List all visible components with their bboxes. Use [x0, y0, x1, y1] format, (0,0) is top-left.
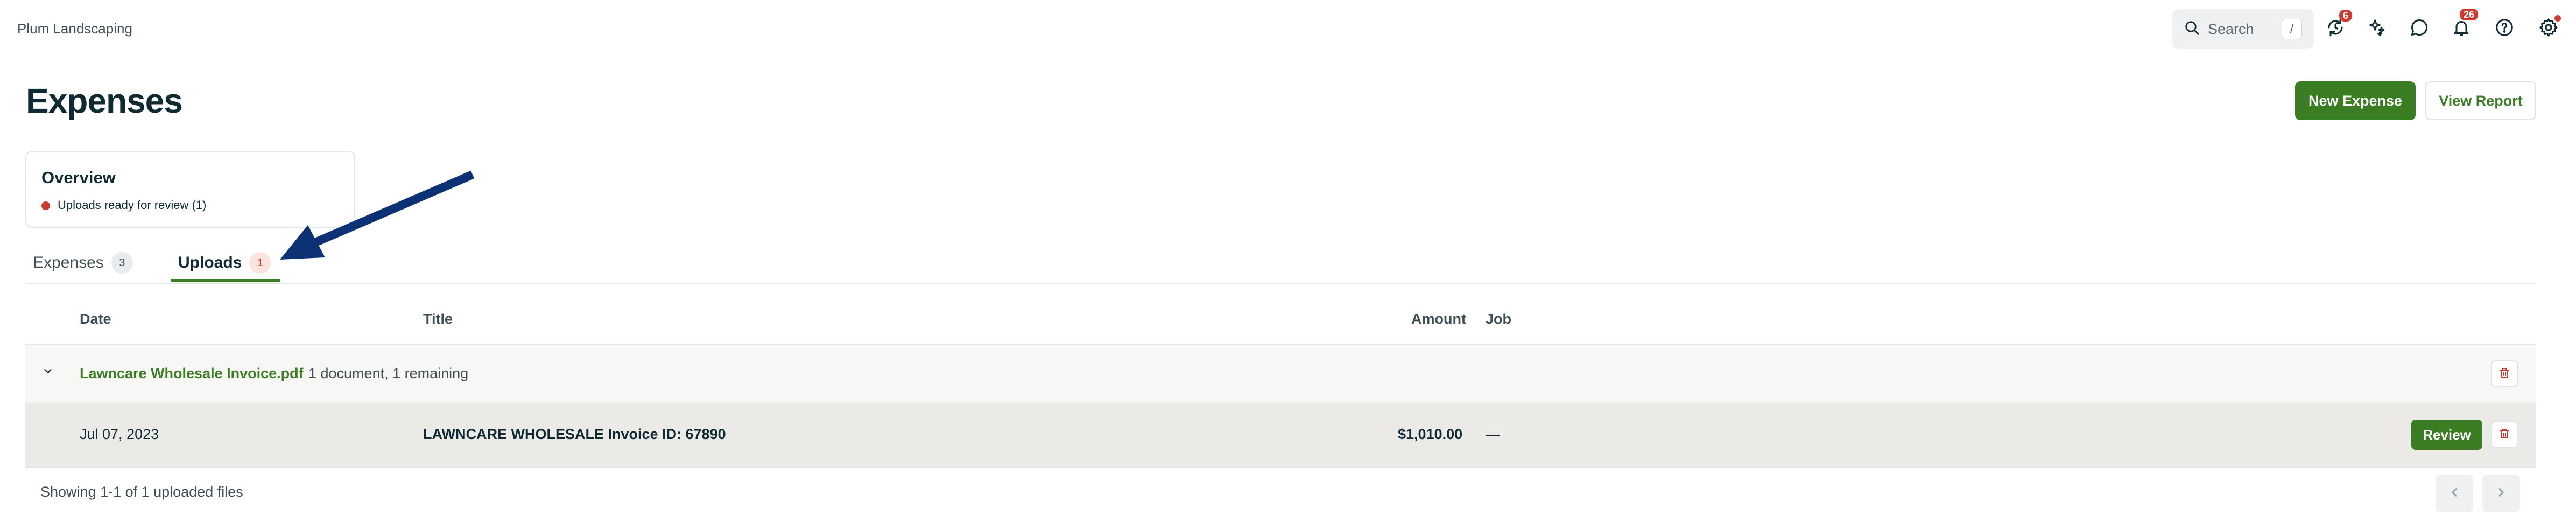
company-name[interactable]: Plum Landscaping — [17, 20, 132, 37]
column-header-date[interactable]: Date — [80, 311, 111, 328]
sync-button[interactable]: 6 — [2323, 10, 2353, 41]
tab-uploads-label: Uploads — [178, 254, 242, 272]
overview-title: Overview — [41, 168, 116, 187]
row-divider — [25, 467, 2536, 468]
messages-button[interactable] — [2407, 16, 2432, 41]
tabs-divider — [25, 283, 2536, 284]
notifications-badge: 26 — [2460, 9, 2479, 20]
settings-alert-dot — [2554, 15, 2561, 22]
delete-row-button[interactable] — [2491, 421, 2518, 448]
upload-filename-link[interactable]: Lawncare Wholesale Invoice.pdf — [80, 365, 304, 382]
trash-icon — [2498, 427, 2511, 443]
sparkle-icon — [2368, 18, 2387, 40]
tab-expenses[interactable]: Expenses 3 — [33, 248, 133, 278]
trash-icon — [2498, 366, 2511, 382]
active-tab-indicator — [171, 279, 280, 282]
upload-document-info: 1 document, 1 remaining — [308, 365, 469, 381]
ai-assistant-button[interactable] — [2365, 16, 2390, 41]
help-button[interactable] — [2492, 16, 2517, 41]
overview-uploads-ready-link[interactable]: Uploads ready for review (1) — [58, 198, 206, 212]
search-shortcut-key: / — [2282, 19, 2302, 39]
column-header-job[interactable]: Job — [1486, 311, 1511, 328]
new-expense-button[interactable]: New Expense — [2295, 81, 2416, 120]
collapse-toggle[interactable] — [40, 364, 56, 380]
row-date: Jul 07, 2023 — [80, 426, 159, 442]
chat-icon — [2410, 18, 2429, 40]
page-title: Expenses — [26, 81, 183, 120]
row-title: LAWNCARE WHOLESALE Invoice ID: 67890 — [423, 426, 726, 442]
chevron-down-icon — [42, 365, 54, 380]
status-dot-icon — [41, 201, 50, 210]
search-icon — [2184, 20, 2200, 39]
notifications-button[interactable]: 26 — [2449, 9, 2479, 41]
delete-upload-button[interactable] — [2491, 360, 2518, 387]
row-amount: $1,010.00 — [1398, 426, 1463, 442]
tab-uploads-count: 1 — [249, 252, 271, 274]
chevron-right-icon — [2494, 485, 2508, 502]
search-label: Search — [2208, 20, 2254, 37]
next-page-button[interactable] — [2482, 475, 2520, 512]
tab-expenses-label: Expenses — [33, 254, 104, 272]
chevron-left-icon — [2447, 485, 2461, 502]
review-button[interactable]: Review — [2411, 420, 2482, 450]
previous-page-button[interactable] — [2436, 475, 2473, 512]
view-report-button[interactable]: View Report — [2425, 81, 2536, 120]
column-header-title[interactable]: Title — [423, 311, 453, 328]
column-header-amount[interactable]: Amount — [1411, 311, 1466, 328]
annotation-arrow — [280, 170, 475, 260]
bell-icon — [2452, 18, 2471, 40]
tab-expenses-count: 3 — [111, 252, 133, 274]
row-job: — — [1486, 426, 1500, 442]
tab-uploads[interactable]: Uploads 1 — [178, 248, 271, 278]
settings-button[interactable] — [2536, 15, 2561, 41]
sync-badge: 6 — [2339, 10, 2353, 22]
table-row[interactable] — [25, 403, 2536, 467]
search-box[interactable]: Search / — [2172, 9, 2314, 49]
pagination-summary: Showing 1-1 of 1 uploaded files — [40, 484, 243, 500]
help-icon — [2495, 18, 2514, 40]
